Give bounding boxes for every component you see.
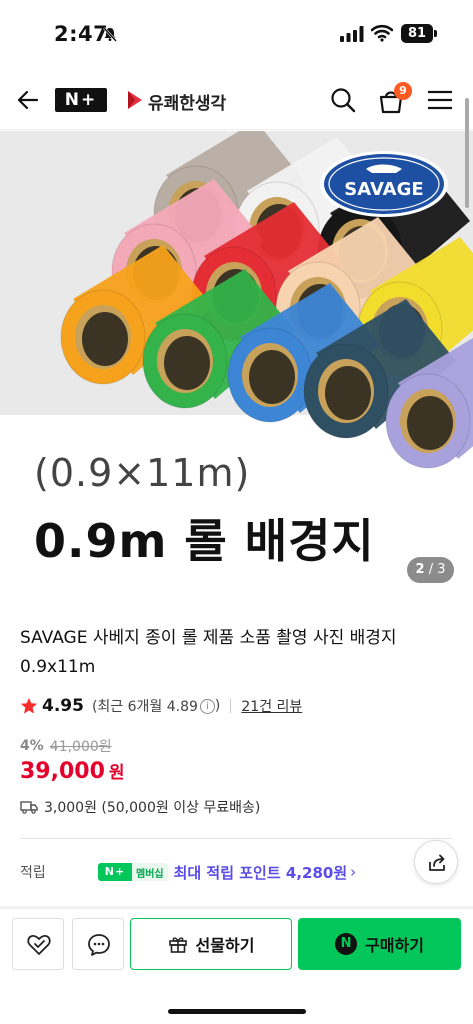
gift-icon <box>168 937 187 953</box>
reviews-link[interactable]: 21건 리뷰 <box>241 696 302 716</box>
discount-percent: 4% <box>20 738 44 754</box>
store-logo-icon <box>128 91 142 109</box>
share-button[interactable] <box>414 840 458 884</box>
recent-rating: (최근 6개월 4.89 <box>91 699 198 715</box>
sale-price: 39,000 원 <box>20 758 125 784</box>
star-icon <box>20 697 38 714</box>
cart-count-badge: 9 <box>394 82 412 100</box>
battery-tip <box>434 30 437 37</box>
section-divider <box>20 838 453 839</box>
battery-icon: 81 <box>401 24 433 43</box>
points-label: 적립 <box>20 865 46 881</box>
shipping-text: 3,000원 (50,000원 이상 무료배송) <box>44 800 261 816</box>
product-image-carousel[interactable]: SAVAGE (0.9×11m) 0.9m 롤 배경지 2 / 3 <box>0 131 473 602</box>
cellular-signal-icon <box>340 26 364 42</box>
top-nav: N+ 유쾌한생각 9 <box>0 70 473 130</box>
pager-total: / 3 <box>428 562 446 577</box>
membership-badge: N+ 멤버십 <box>98 863 168 881</box>
wifi-icon <box>371 24 393 42</box>
points-row[interactable]: 적립 N+ 멤버십 최대 적립 포인트 4,280원 › <box>20 860 453 884</box>
status-time: 2:47 <box>54 22 109 46</box>
rating-row: 4.95 (최근 6개월 4.89 i ) 21건 리뷰 <box>20 695 302 717</box>
shipping-info: 3,000원 (50,000원 이상 무료배송) <box>20 797 260 817</box>
home-indicator[interactable] <box>168 1009 306 1014</box>
savage-brand-logo: SAVAGE <box>320 151 448 217</box>
info-icon[interactable]: i <box>199 698 215 714</box>
heart-check-icon <box>27 934 51 955</box>
image-pager: 2 / 3 <box>407 557 454 583</box>
truck-icon <box>20 801 38 814</box>
divider <box>230 699 232 713</box>
np-badge-logo: N+ <box>98 863 132 881</box>
naver-pay-icon: N <box>335 933 358 955</box>
max-points-text[interactable]: 최대 적립 포인트 4,280원 <box>174 862 348 883</box>
rating-score: 4.95 <box>42 696 84 716</box>
recent-rating-close: ) <box>214 698 221 714</box>
price-value: 39,000 <box>20 759 105 784</box>
bell-muted-icon <box>103 27 117 42</box>
buy-label: 구매하기 <box>365 936 424 955</box>
discount-row: 4% 41,000원 <box>20 736 112 756</box>
naver-plus-logo[interactable]: N+ <box>55 88 107 112</box>
buy-button[interactable]: N 구매하기 <box>298 918 461 970</box>
menu-icon[interactable] <box>427 90 453 110</box>
gift-label: 선물하기 <box>195 936 255 955</box>
wishlist-button[interactable] <box>12 918 64 970</box>
status-bar: 2:47 81 <box>0 0 473 70</box>
talktalk-button[interactable] <box>72 918 124 970</box>
chat-bubble-icon <box>88 934 110 956</box>
chevron-right-icon[interactable]: › <box>350 863 356 881</box>
hero-subtitle: (0.9×11m) <box>34 451 251 495</box>
search-icon[interactable] <box>330 87 356 113</box>
pager-current: 2 <box>415 562 425 577</box>
product-title: SAVAGE 사베지 종이 롤 제품 소품 촬영 사진 배경지 0.9x11m <box>20 628 397 677</box>
original-price: 41,000원 <box>49 739 112 755</box>
brand-logo-text: SAVAGE <box>344 179 423 200</box>
membership-label: 멤버십 <box>136 868 164 880</box>
page-scrollbar[interactable] <box>465 98 469 208</box>
back-arrow-icon[interactable] <box>16 88 40 112</box>
price-currency: 원 <box>108 763 125 783</box>
bottom-action-bar: 선물하기 N 구매하기 <box>0 909 473 1024</box>
hero-headline: 0.9m 롤 배경지 <box>34 514 375 568</box>
gift-button[interactable]: 선물하기 <box>130 918 292 970</box>
store-name[interactable]: 유쾌한생각 <box>148 89 226 114</box>
share-icon <box>429 854 445 871</box>
